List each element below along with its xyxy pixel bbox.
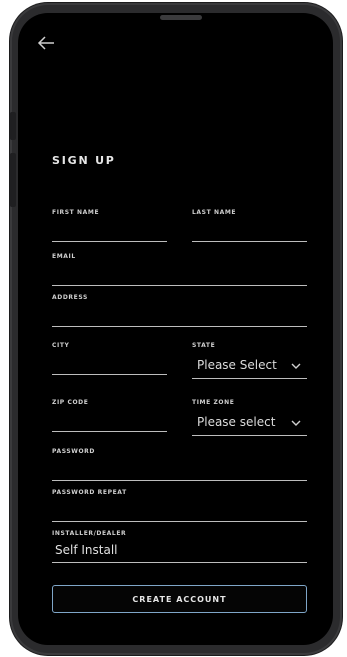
password-field[interactable] bbox=[52, 458, 307, 481]
time-zone-select[interactable]: Please select bbox=[192, 411, 307, 436]
create-account-button[interactable]: CREATE ACCOUNT bbox=[52, 585, 307, 613]
address-label: ADDRESS bbox=[52, 294, 88, 301]
last-name-label: LAST NAME bbox=[192, 209, 237, 216]
password-label: PASSWORD bbox=[52, 448, 95, 455]
password-input[interactable] bbox=[52, 458, 307, 480]
speaker-notch bbox=[160, 15, 202, 20]
city-input[interactable] bbox=[52, 352, 167, 374]
chevron-down-icon bbox=[291, 420, 301, 426]
first-name-label: FIRST NAME bbox=[52, 209, 100, 216]
zip-code-input[interactable] bbox=[52, 409, 167, 431]
phone-volume-button bbox=[10, 153, 16, 207]
installer-dealer-label: INSTALLER/DEALER bbox=[52, 530, 127, 537]
chevron-down-icon bbox=[291, 363, 301, 369]
address-input[interactable] bbox=[52, 304, 307, 326]
address-field[interactable] bbox=[52, 304, 307, 327]
arrow-left-icon[interactable] bbox=[36, 35, 56, 51]
zip-code-label: ZIP CODE bbox=[52, 399, 89, 406]
email-field[interactable] bbox=[52, 263, 307, 286]
city-label: CITY bbox=[52, 342, 70, 349]
zip-code-field[interactable] bbox=[52, 409, 167, 432]
page-title: SIGN UP bbox=[52, 154, 116, 167]
installer-dealer-field[interactable]: Self Install bbox=[52, 540, 307, 563]
first-name-field[interactable] bbox=[52, 219, 167, 242]
email-input[interactable] bbox=[52, 263, 307, 285]
installer-dealer-value: Self Install bbox=[55, 543, 118, 557]
state-select-value: Please Select bbox=[197, 358, 277, 372]
password-repeat-label: PASSWORD REPEAT bbox=[52, 489, 127, 496]
password-repeat-input[interactable] bbox=[52, 499, 307, 521]
state-label: STATE bbox=[192, 342, 216, 349]
state-select[interactable]: Please Select bbox=[192, 354, 307, 379]
email-label: EMAIL bbox=[52, 253, 76, 260]
password-repeat-field[interactable] bbox=[52, 499, 307, 522]
first-name-input[interactable] bbox=[52, 219, 167, 241]
last-name-field[interactable] bbox=[192, 219, 307, 242]
time-zone-label: TIME ZONE bbox=[192, 399, 235, 406]
time-zone-select-value: Please select bbox=[197, 415, 276, 429]
phone-side-button bbox=[10, 112, 16, 140]
city-field[interactable] bbox=[52, 352, 167, 375]
last-name-input[interactable] bbox=[192, 219, 307, 241]
